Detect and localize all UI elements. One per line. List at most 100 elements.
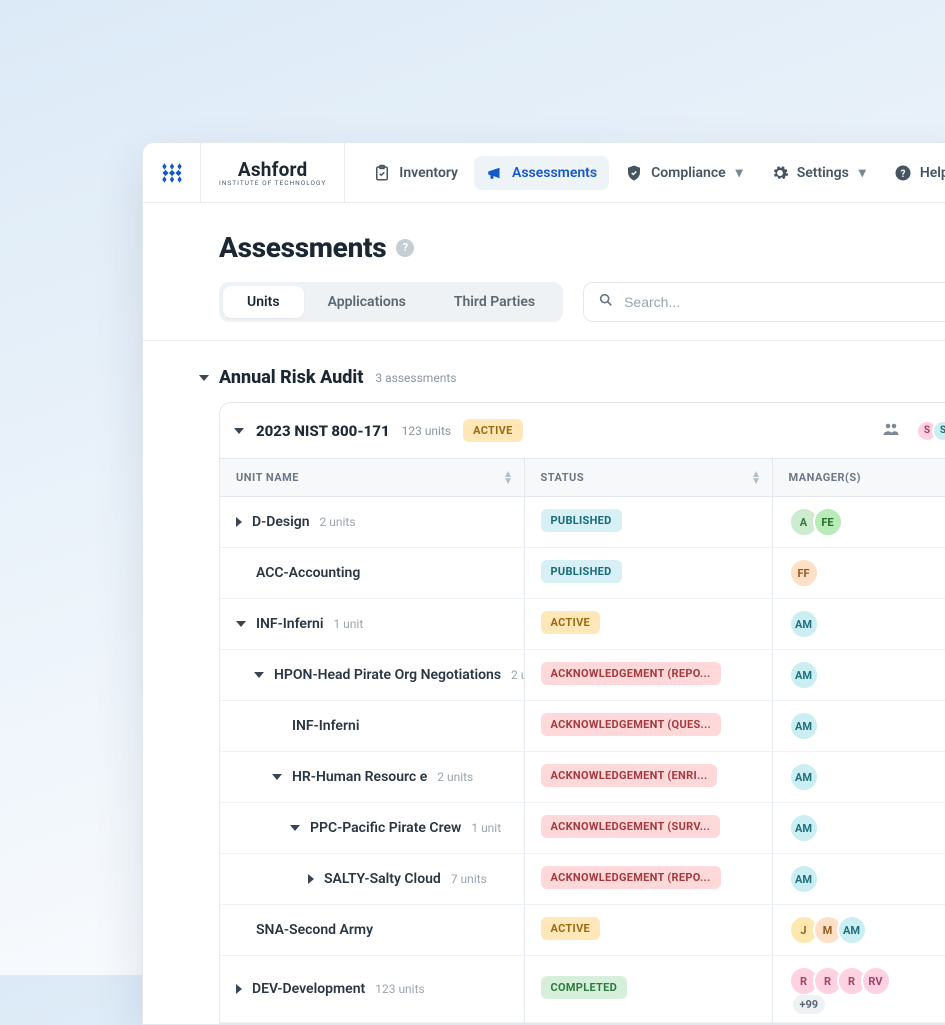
unit-name: D-Design — [252, 514, 310, 530]
assessment-shares[interactable]: SSASD — [916, 420, 945, 442]
col-unit-name[interactable]: Unit Name▲▼ — [220, 459, 524, 497]
managers[interactable]: AFE — [789, 507, 945, 537]
managers[interactable]: AM — [789, 762, 945, 792]
unit-name: INF-Inferni — [292, 718, 359, 734]
nav-settings[interactable]: Settings ▾ — [759, 156, 878, 190]
unit-count: 1 unit — [471, 821, 501, 835]
managers[interactable]: AM — [789, 660, 945, 690]
status-badge: COMPLETED — [541, 976, 628, 999]
unit-name: DEV-Development — [252, 981, 365, 997]
chevron-down-icon: ▾ — [859, 165, 866, 181]
status-badge: ACTIVE — [541, 611, 601, 634]
managers[interactable]: RRRRV — [789, 966, 945, 996]
unit-count: 1 unit — [333, 617, 363, 631]
unit-name: PPC-Pacific Pirate Crew — [310, 820, 461, 836]
assessment-status: ACTIVE — [463, 419, 523, 442]
nav-help-label: Help — [920, 165, 945, 181]
table-row[interactable]: DEV-Development 123 units COMPLETED RRRRV+9… — [220, 956, 945, 1023]
status-badge: ACKNOWLEDGEMENT (REPO... — [541, 662, 721, 685]
table-row[interactable]: HPON-Head Pirate Org Negotiations 2 unit A… — [220, 650, 945, 701]
page-help-icon[interactable]: ? — [396, 239, 414, 257]
nav-assessments[interactable]: Assessments — [474, 156, 609, 190]
gear-icon — [771, 164, 789, 182]
nav-compliance-label: Compliance — [651, 165, 726, 181]
scope-tabs: Units Applications Third Parties — [219, 282, 563, 322]
unit-name: SALTY-Salty Cloud — [324, 871, 441, 887]
managers[interactable]: AM — [789, 711, 945, 741]
chevron-down-icon: ▾ — [736, 165, 743, 181]
avatar: FE — [813, 507, 843, 537]
status-badge: ACKNOWLEDGEMENT (SURV... — [541, 815, 721, 838]
overflow-count[interactable]: +99 — [793, 995, 826, 1014]
group-header[interactable]: Annual Risk Audit 3 assessments — [183, 363, 945, 402]
caret-down-icon[interactable] — [290, 825, 300, 831]
caret-right-icon[interactable] — [308, 874, 314, 884]
table-row[interactable]: ACC-AccountingPUBLISHEDFF — [220, 548, 945, 599]
caret-down-icon[interactable] — [236, 621, 246, 627]
col-status[interactable]: Status▲▼ — [524, 459, 772, 497]
avatar: FF — [789, 558, 819, 588]
unit-count: 2 units — [320, 515, 356, 529]
nav-compliance[interactable]: Compliance ▾ — [613, 156, 755, 190]
nav-inventory[interactable]: Inventory — [361, 156, 470, 190]
caret-down-icon[interactable] — [254, 672, 264, 678]
search-icon — [598, 292, 614, 312]
unit-count: 123 units — [375, 982, 425, 996]
status-badge: ACKNOWLEDGEMENT (QUES... — [541, 713, 722, 736]
caret-down-icon[interactable] — [272, 774, 282, 780]
app-logo[interactable] — [143, 143, 201, 202]
table-row[interactable]: INF-Inferni ACKNOWLEDGEMENT (QUES... AM — [220, 701, 945, 752]
assessment-units: 123 units — [402, 424, 452, 438]
table-row[interactable]: SNA-Second ArmyACTIVEJMAM — [220, 905, 945, 956]
unit-name: HPON-Head Pirate Org Negotiations — [274, 667, 501, 683]
col-managers[interactable]: Manager(s)▲▼ — [772, 459, 945, 497]
managers[interactable]: AM — [789, 813, 945, 843]
tab-units[interactable]: Units — [223, 286, 304, 318]
managers[interactable]: AM — [789, 864, 945, 894]
caret-right-icon[interactable] — [236, 517, 242, 527]
managers[interactable]: AM — [789, 609, 945, 639]
nav-assessments-label: Assessments — [512, 165, 597, 181]
help-icon: ? — [894, 164, 912, 182]
brand: Ashford Institute of Technology — [201, 143, 345, 202]
avatar: AM — [789, 864, 819, 894]
tab-applications[interactable]: Applications — [304, 286, 430, 318]
page-title: Assessments — [219, 231, 386, 264]
assessment-header[interactable]: 2023 NIST 800-171 123 units ACTIVE SSASD — [220, 403, 945, 458]
table-row[interactable]: SALTY-Salty Cloud 7 units ACKNOWLEDGEMENT … — [220, 854, 945, 905]
table-row[interactable]: D-Design2 unitsPUBLISHEDAFE — [220, 497, 945, 548]
people-icon — [882, 420, 900, 442]
avatar: RV — [861, 966, 891, 996]
megaphone-icon — [486, 164, 504, 182]
unit-count: 2 unit — [511, 668, 524, 682]
nav-inventory-label: Inventory — [399, 165, 458, 181]
nav-help[interactable]: ? Help — [882, 156, 945, 190]
avatar: AM — [789, 609, 819, 639]
search-input[interactable] — [624, 294, 945, 310]
avatar: AM — [837, 915, 867, 945]
table-row[interactable]: INF-Inferni 1 unit ACTIVE AM — [220, 599, 945, 650]
managers[interactable]: JMAM — [789, 915, 945, 945]
unit-count: 7 units — [451, 872, 487, 886]
unit-count: 2 units — [437, 770, 473, 784]
clipboard-icon — [373, 164, 391, 182]
sort-icon: ▲▼ — [751, 471, 761, 485]
app-window: Ashford Institute of Technology Inventor… — [142, 142, 945, 1025]
unit-name: INF-Inferni — [256, 616, 323, 632]
table-row[interactable]: HR-Human Resourc e2 unitsACKNOWLEDGEMENT… — [220, 752, 945, 803]
units-table: Unit Name▲▼ Status▲▼ Manager(s)▲▼ D-Desi… — [220, 458, 945, 1023]
search-box[interactable] — [583, 282, 945, 322]
assessment-title: 2023 NIST 800-171 — [256, 422, 390, 440]
managers[interactable]: FF — [789, 558, 945, 588]
brand-subtitle: Institute of Technology — [219, 179, 326, 187]
avatar: AM — [789, 660, 819, 690]
caret-right-icon[interactable] — [236, 984, 242, 994]
caret-down-icon — [234, 428, 244, 434]
avatar: S — [932, 420, 945, 442]
status-badge: ACKNOWLEDGEMENT (REPO... — [541, 866, 721, 889]
nav-settings-label: Settings — [797, 165, 849, 181]
main-nav: Inventory Assessments Compliance ▾ Sett — [345, 143, 945, 202]
table-row[interactable]: PPC-Pacific Pirate Crew 1 unit ACKNOWLEDGE… — [220, 803, 945, 854]
tab-third-parties[interactable]: Third Parties — [430, 286, 559, 318]
caret-down-icon — [199, 375, 209, 381]
